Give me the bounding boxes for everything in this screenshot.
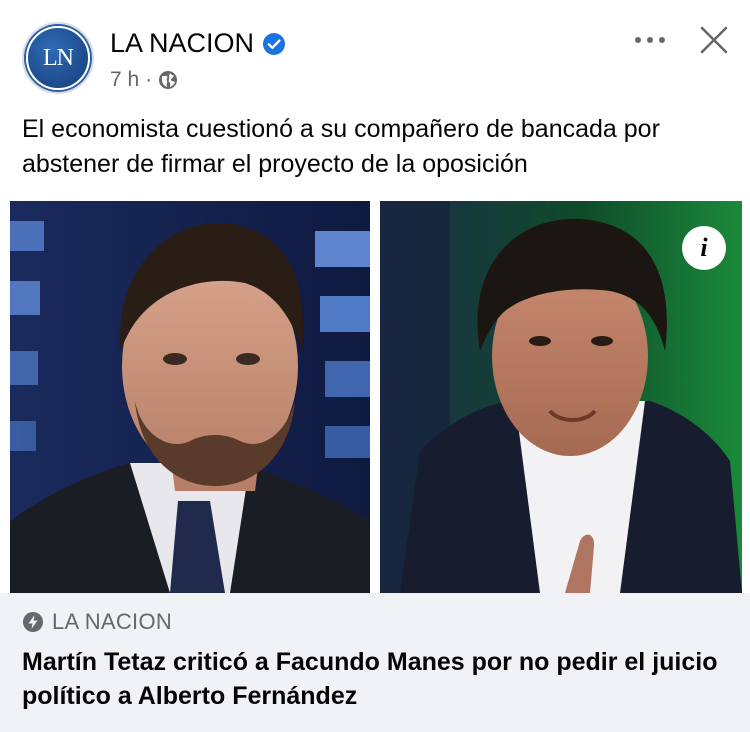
page-avatar[interactable]: LN [22, 22, 94, 94]
photo-left[interactable] [10, 201, 370, 593]
post-images[interactable] [10, 201, 742, 593]
close-icon[interactable] [698, 24, 730, 56]
bolt-icon [23, 612, 43, 632]
verified-badge-icon [263, 32, 286, 55]
globe-icon [159, 71, 178, 89]
page-name[interactable]: LA NACION [110, 28, 254, 59]
post-caption: El economista cuestionó a su compañero d… [22, 115, 660, 178]
post-time[interactable]: 7 h [110, 68, 139, 92]
avatar-logo: LN [26, 26, 90, 90]
info-icon[interactable]: i [682, 226, 726, 270]
post-meta: 7 h · [110, 68, 178, 92]
meta-separator: · [145, 68, 153, 91]
page-name-row: LA NACION [110, 28, 286, 59]
link-source-name: LA NACION [52, 609, 173, 634]
link-headline[interactable]: Martín Tetaz criticó a Facundo Manes por… [22, 645, 722, 713]
post-header: LN LA NACION 7 h · [0, 0, 750, 110]
link-preview[interactable]: LA NACION Martín Tetaz criticó a Facundo… [0, 593, 750, 732]
link-source: LA NACION [22, 609, 172, 635]
more-options-icon[interactable] [632, 28, 668, 52]
